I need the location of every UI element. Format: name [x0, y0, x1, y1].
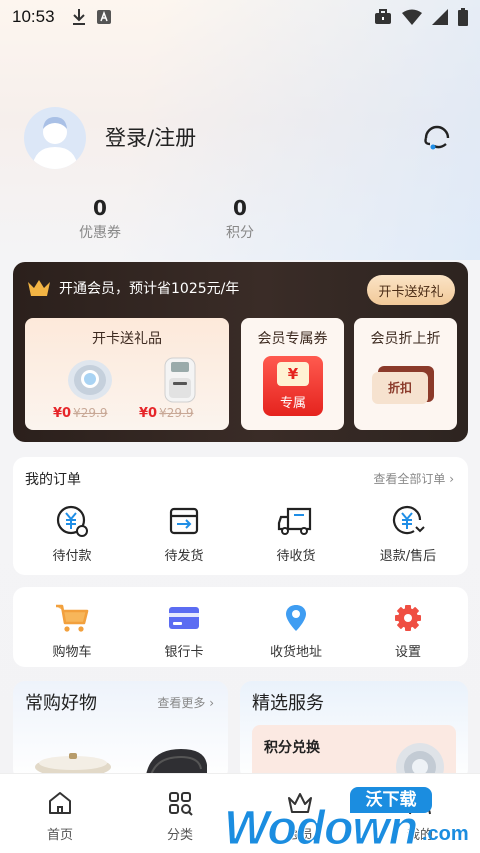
- coupon-stat[interactable]: 0 优惠券: [60, 196, 140, 242]
- gift-1-price-original: ¥29.9: [73, 406, 108, 420]
- delivery-truck-icon: [277, 507, 312, 535]
- pending-payment-label: 待付款: [52, 549, 92, 564]
- discount-label: 折扣: [372, 372, 428, 404]
- tool-settings[interactable]: 设置: [363, 603, 453, 660]
- member-discount-title: 会员折上折: [370, 331, 441, 347]
- pending-payment-icon: [56, 505, 88, 537]
- briefcase-icon: [375, 9, 391, 24]
- frequent-purchases-title: 常购好物: [25, 693, 97, 714]
- battery-icon: [458, 8, 468, 26]
- points-label: 积分: [226, 225, 254, 241]
- keyboard-a-icon: [96, 10, 111, 24]
- my-orders-card: 我的订单 查看全部订单 › 待付款 待发货 待收货 退款/售后: [13, 457, 468, 575]
- member-coupon-title: 会员专属券: [257, 331, 328, 347]
- tool-bank-card[interactable]: 银行卡: [139, 603, 229, 660]
- membership-card[interactable]: 开通会员，预计省1025元/年 开卡送好礼 开卡送礼品 ¥0 ¥29.9 ¥0 ¥2…: [13, 262, 468, 442]
- location-icon: [286, 605, 306, 631]
- refund-icon: [392, 505, 425, 535]
- view-all-orders-label: 查看全部订单: [373, 472, 446, 486]
- view-all-orders-link[interactable]: 查看全部订单 ›: [373, 470, 454, 487]
- featured-services-title: 精选服务: [252, 693, 324, 714]
- gear-icon: [395, 605, 421, 631]
- home-icon: [49, 792, 71, 814]
- card-gifts-title: 开卡送礼品: [92, 331, 162, 347]
- member-discount-panel[interactable]: 会员折上折 折扣: [354, 318, 457, 430]
- open-card-gift-button[interactable]: 开卡送好礼: [367, 275, 455, 305]
- tab-category-label: 分类: [166, 828, 193, 843]
- points-exchange-title: 积分兑换: [264, 740, 320, 756]
- order-pending-shipment[interactable]: 待发货: [139, 503, 229, 564]
- frequent-purchases-section: 常购好物 查看更多 ›: [13, 681, 228, 781]
- coupon-count: 0: [93, 196, 107, 220]
- tools-card: 购物车 银行卡 收货地址 设置: [13, 587, 468, 667]
- order-pending-receipt[interactable]: 待收货: [251, 503, 341, 564]
- pending-shipment-label: 待发货: [164, 549, 204, 564]
- card-gifts-panel[interactable]: 开卡送礼品 ¥0 ¥29.9 ¥0 ¥29.9: [25, 318, 229, 430]
- gift-1-price-now: ¥0: [53, 406, 72, 421]
- wifi-icon: [402, 9, 422, 25]
- bank-card-icon: [169, 607, 199, 629]
- chevron-right-icon: ›: [449, 472, 454, 486]
- exclusive-coupon-icon: ¥ 专属: [263, 356, 323, 416]
- tab-category[interactable]: 分类: [140, 790, 220, 843]
- tool-cart[interactable]: 购物车: [27, 603, 117, 660]
- crown-icon: [28, 280, 50, 296]
- address-label: 收货地址: [269, 645, 322, 660]
- avatar-person-icon: [32, 117, 78, 169]
- gift-2-price: ¥0 ¥29.9: [139, 406, 193, 421]
- tool-address[interactable]: 收货地址: [251, 603, 341, 660]
- smart-speaker-icon: [68, 360, 112, 400]
- signal-icon: [432, 9, 448, 25]
- gift-2-price-original: ¥29.9: [159, 406, 194, 420]
- customer-service-icon[interactable]: [420, 120, 454, 154]
- watermark-suffix: .com: [422, 823, 469, 845]
- login-register-link[interactable]: 登录/注册: [105, 122, 196, 152]
- gift-1-price: ¥0 ¥29.9: [53, 406, 107, 421]
- order-refund[interactable]: 退款/售后: [363, 503, 453, 564]
- chevron-right-icon: ›: [209, 696, 214, 710]
- points-count: 0: [233, 196, 247, 220]
- status-time: 10:53: [12, 7, 55, 26]
- cart-label: 购物车: [52, 645, 92, 660]
- download-icon: [72, 9, 85, 25]
- pending-receipt-label: 待收货: [276, 549, 316, 564]
- pending-shipment-icon: [169, 507, 199, 535]
- watermark-en: Wodown: [223, 802, 418, 853]
- membership-promo-text: 开通会员，预计省1025元/年: [59, 281, 240, 297]
- gift-2-price-now: ¥0: [139, 406, 158, 421]
- category-icon: [169, 792, 193, 816]
- cart-icon: [56, 604, 89, 632]
- coupon-exclusive-label: 专属: [279, 396, 306, 411]
- avatar[interactable]: [24, 107, 86, 169]
- wallet-discount-icon: 折扣: [372, 366, 438, 406]
- bank-card-label: 银行卡: [164, 645, 204, 660]
- air-fryer-icon: [164, 357, 196, 403]
- view-more-label: 查看更多: [157, 696, 206, 710]
- site-watermark: 沃下载 Wodown .com: [222, 783, 480, 853]
- refund-label: 退款/售后: [379, 549, 437, 564]
- settings-label: 设置: [394, 645, 421, 660]
- status-bar: 10:53: [0, 0, 480, 34]
- coupon-label: 优惠券: [79, 225, 121, 241]
- member-coupon-panel[interactable]: 会员专属券 ¥ 专属: [241, 318, 344, 430]
- tab-home[interactable]: 首页: [20, 790, 100, 843]
- tab-home-label: 首页: [46, 828, 73, 843]
- my-orders-title: 我的订单: [25, 472, 81, 488]
- order-pending-payment[interactable]: 待付款: [27, 503, 117, 564]
- featured-services-section: 精选服务 积分兑换: [240, 681, 468, 781]
- view-more-link[interactable]: 查看更多 ›: [157, 694, 214, 711]
- coupon-yen-symbol: ¥: [277, 362, 309, 386]
- points-stat[interactable]: 0 积分: [200, 196, 280, 242]
